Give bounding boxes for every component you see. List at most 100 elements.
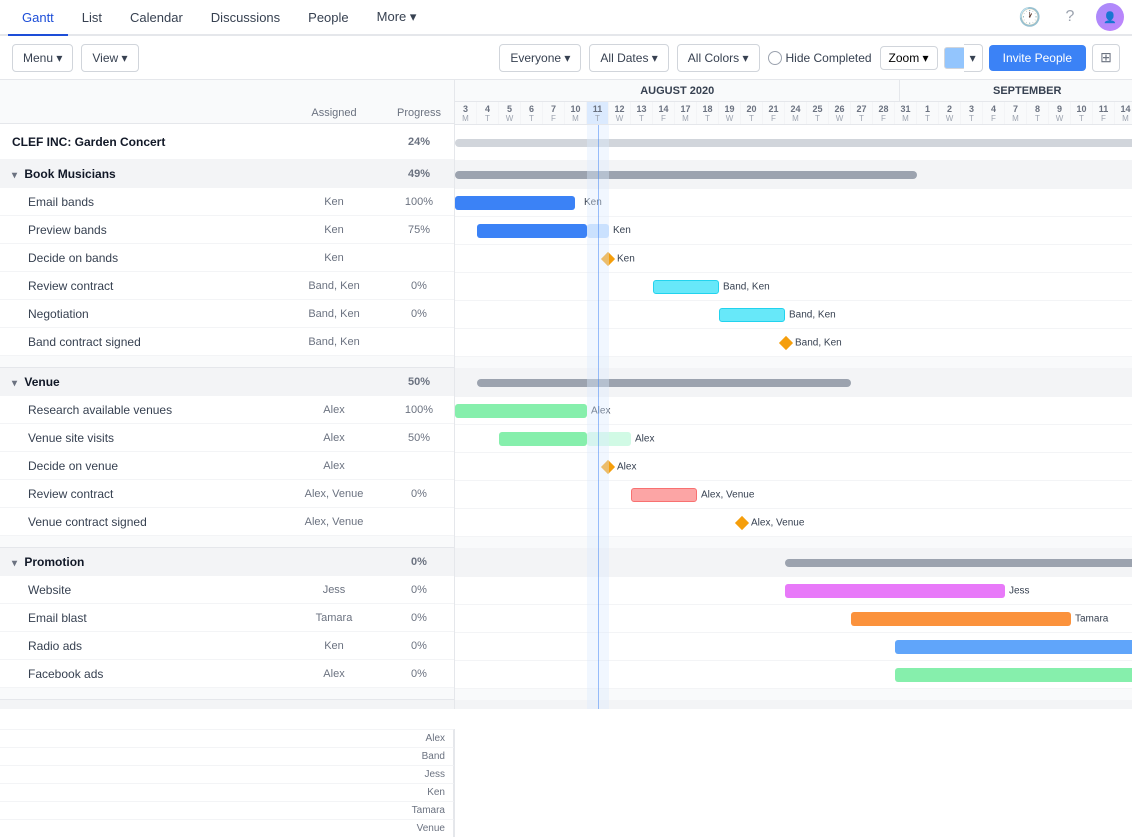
- bar-venue-visits: [499, 432, 587, 446]
- gantt-spacer-1: [455, 357, 1132, 369]
- task-assigned-venue-visits: Alex: [284, 432, 384, 444]
- task-row-venue-contract: Venue contract signed Alex, Venue: [0, 508, 454, 536]
- musicians-section-bar: [455, 171, 917, 179]
- bar-preview-bands-full: [477, 224, 587, 238]
- task-name-negotiation: Negotiation: [0, 307, 284, 321]
- task-progress-research-venues: 100%: [384, 404, 454, 416]
- gantt-spacer-2: [455, 537, 1132, 549]
- label-decide-venue: Alex: [617, 461, 636, 472]
- day-26: 26W: [829, 102, 851, 124]
- day-12: 12W: [609, 102, 631, 124]
- fullscreen-icon[interactable]: ⊞: [1092, 44, 1120, 72]
- avatar[interactable]: 👤: [1096, 3, 1124, 31]
- day-21: 21F: [763, 102, 785, 124]
- nav-more[interactable]: More ▾: [363, 0, 431, 35]
- hide-completed-toggle[interactable]: Hide Completed: [768, 51, 872, 65]
- color-box-arrow[interactable]: ▾: [964, 44, 983, 72]
- label-negotiation: Band, Ken: [789, 309, 836, 320]
- day-14: 14F: [653, 102, 675, 124]
- section-name-venue: ▾ Venue: [0, 375, 284, 389]
- bar-radio-ads: [895, 640, 1132, 654]
- nav-people[interactable]: People: [294, 0, 362, 35]
- view-button[interactable]: View ▾: [81, 44, 138, 72]
- nav-gantt[interactable]: Gantt: [8, 0, 68, 36]
- project-row: CLEF INC: Garden Concert 24%: [0, 124, 454, 160]
- top-nav: Gantt List Calendar Discussions People M…: [0, 0, 1132, 36]
- day-6: 6T: [521, 102, 543, 124]
- gantt-venue-contract: Alex, Venue: [455, 509, 1132, 537]
- project-bar: [455, 139, 1132, 147]
- task-assigned-decide-bands: Ken: [284, 252, 384, 264]
- task-assigned-research-venues: Alex: [284, 404, 384, 416]
- sep-day-14: 14M: [1115, 102, 1132, 124]
- month-row: AUGUST 2020 SEPTEMBER: [455, 80, 1132, 102]
- section-progress-venue: 50%: [384, 376, 454, 388]
- task-row-radio-ads: Radio ads Ken 0%: [0, 632, 454, 660]
- task-assigned-venue-contract: Alex, Venue: [284, 516, 384, 528]
- zoom-control[interactable]: Zoom ▾: [880, 46, 938, 70]
- sep-day-3: 3T: [961, 102, 983, 124]
- everyone-filter[interactable]: Everyone ▾: [499, 44, 581, 72]
- task-name-venue-contract: Venue contract signed: [0, 515, 284, 529]
- section-row-musicians[interactable]: ▾ Book Musicians 49%: [0, 160, 454, 188]
- bar-website: [785, 584, 1005, 598]
- colors-filter[interactable]: All Colors ▾: [677, 44, 760, 72]
- task-name-decide-venue: Decide on venue: [0, 459, 284, 473]
- label-preview-bands: Ken: [613, 225, 631, 236]
- gantt-review-contract-v: Alex, Venue: [455, 481, 1132, 509]
- task-progress-negotiation: 0%: [384, 308, 454, 320]
- wl-label-venue: Venue: [0, 819, 454, 837]
- task-progress-review-contract-v: 0%: [384, 488, 454, 500]
- gantt-header: AUGUST 2020 SEPTEMBER 3M 4T 5W 6T 7F 10M…: [455, 80, 1132, 125]
- section-row-promotion[interactable]: ▾ Promotion 0%: [0, 548, 454, 576]
- help-icon[interactable]: ?: [1056, 3, 1084, 31]
- sep-day-7: 7M: [1005, 102, 1027, 124]
- section-row-tickets[interactable]: ▾ Tickets 0%: [0, 700, 454, 709]
- task-assigned-radio-ads: Ken: [284, 640, 384, 652]
- task-progress-website: 0%: [384, 584, 454, 596]
- task-progress-radio-ads: 0%: [384, 640, 454, 652]
- gantt-decide-venue: Alex: [455, 453, 1132, 481]
- task-row-research-venues: Research available venues Alex 100%: [0, 396, 454, 424]
- sep-day-4: 4F: [983, 102, 1005, 124]
- project-progress: 24%: [384, 136, 454, 148]
- sep-day-11: 11F: [1093, 102, 1115, 124]
- clock-icon[interactable]: 🕐: [1016, 3, 1044, 31]
- section-progress-promotion: 0%: [384, 556, 454, 568]
- bar-negotiation: [719, 308, 785, 322]
- day-row: 3M 4T 5W 6T 7F 10M 11T 12W 13T 14F 17M 1…: [455, 102, 1132, 124]
- menu-button[interactable]: Menu ▾: [12, 44, 73, 72]
- nav-calendar[interactable]: Calendar: [116, 0, 197, 35]
- milestone-decide-bands: [601, 251, 615, 265]
- spacer-2: [0, 536, 454, 548]
- wl-label-tamara: Tamara: [0, 801, 454, 819]
- nav-list[interactable]: List: [68, 0, 116, 35]
- main-content: Assigned Progress CLEF INC: Garden Conce…: [0, 80, 1132, 709]
- nav-discussions[interactable]: Discussions: [197, 0, 294, 35]
- hide-completed-label: Hide Completed: [786, 51, 872, 65]
- promotion-section-bar: [785, 559, 1132, 567]
- task-name-facebook-ads: Facebook ads: [0, 667, 284, 681]
- gantt-facebook-ads: Alex: [455, 661, 1132, 689]
- task-assigned-decide-venue: Alex: [284, 460, 384, 472]
- hide-completed-checkbox: [768, 51, 782, 65]
- label-decide-bands: Ken: [617, 253, 635, 264]
- sep-day-9: 9W: [1049, 102, 1071, 124]
- wl-label-ken: Ken: [0, 783, 454, 801]
- invite-people-button[interactable]: Invite People: [989, 45, 1086, 71]
- color-picker[interactable]: [944, 47, 966, 69]
- progress-column-header: Progress: [384, 107, 454, 119]
- task-assigned-preview-bands: Ken: [284, 224, 384, 236]
- task-assigned-band-contract: Band, Ken: [284, 336, 384, 348]
- bar-venue-visits-partial: [587, 432, 631, 446]
- dates-filter[interactable]: All Dates ▾: [589, 44, 668, 72]
- task-row-email-bands: Email bands Ken 100%: [0, 188, 454, 216]
- project-name: CLEF INC: Garden Concert: [0, 135, 284, 149]
- section-name-promotion: ▾ Promotion: [0, 555, 284, 569]
- bar-research-venues: [455, 404, 587, 418]
- section-row-venue[interactable]: ▾ Venue 50%: [0, 368, 454, 396]
- task-name-review-contract-v: Review contract: [0, 487, 284, 501]
- task-name-website: Website: [0, 583, 284, 597]
- day-3: 3M: [455, 102, 477, 124]
- day-24: 24M: [785, 102, 807, 124]
